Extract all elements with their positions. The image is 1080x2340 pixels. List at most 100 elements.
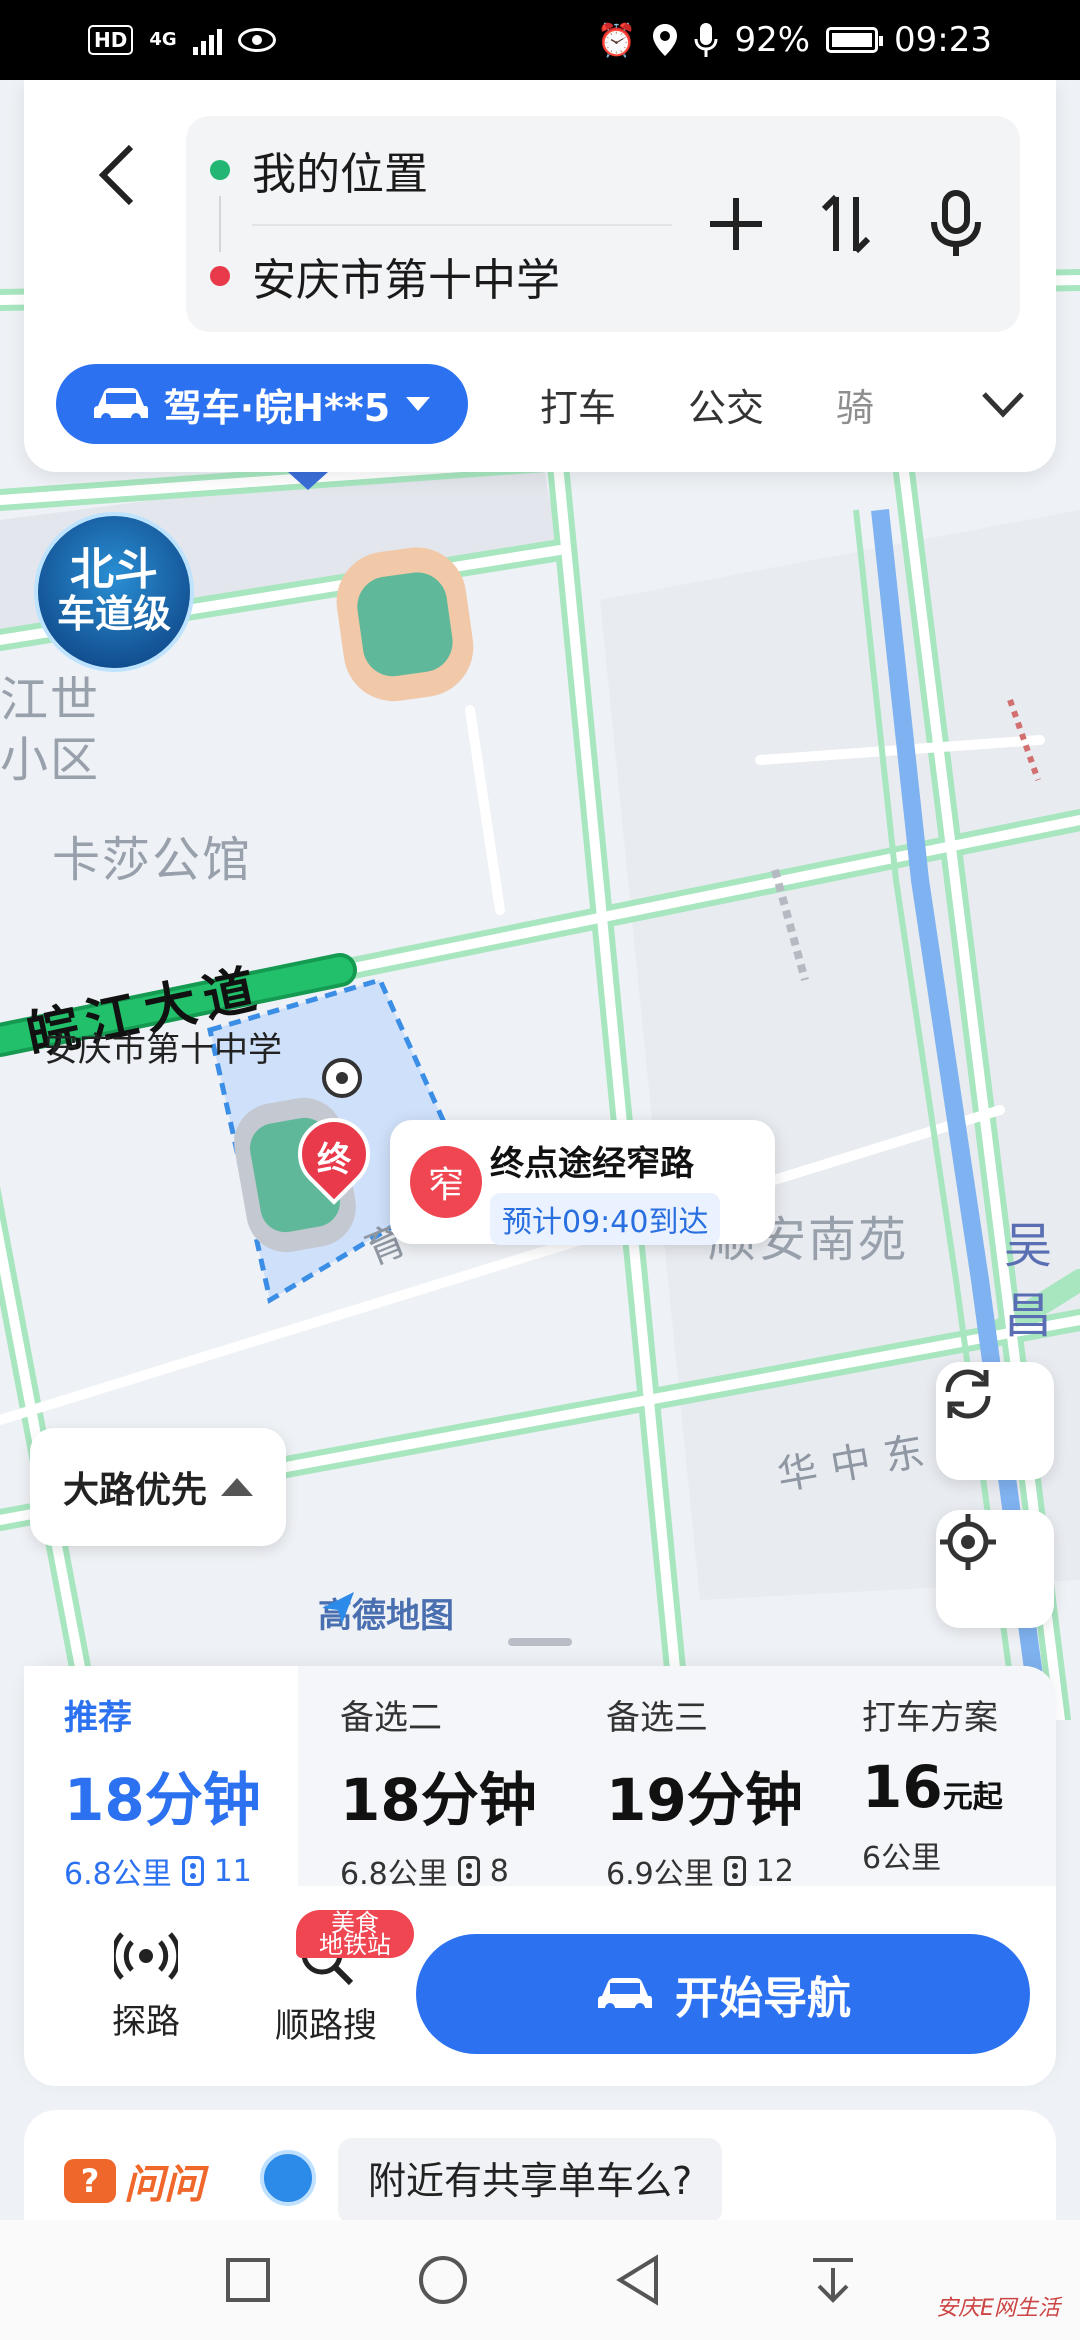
beidou-subtitle: 车道级 <box>56 592 171 636</box>
location-divider <box>252 224 672 226</box>
narrow-road-callout[interactable]: 窄 终点途经窄路 预计09:40到达 <box>390 1120 775 1245</box>
location-inputs: 我的位置 安庆市第十中学 <box>186 116 1020 332</box>
car-icon <box>598 1978 652 2013</box>
route-head: 打车方案 <box>862 1698 998 1738</box>
amap-logo-icon <box>322 1592 354 1624</box>
start-navigation-label: 开始导航 <box>675 1973 851 2024</box>
traffic-light-icon <box>457 1856 480 1886</box>
taxi-price-unit: 元起 <box>942 1780 1003 1815</box>
beidou-title: 北斗 <box>70 544 158 595</box>
swap-icon <box>821 194 871 254</box>
travel-mode-tabs: 驾车·皖H**5 打车 公交 骑 <box>56 364 1036 444</box>
route-lights: 8 <box>489 1853 509 1889</box>
status-bar: HD 4G ⏰ 92% 09:23 <box>0 0 1080 80</box>
route-option-taxi[interactable]: 打车方案 16元起 6公里 <box>822 1666 1056 1886</box>
ask-brand[interactable]: ? 问问 <box>64 2152 204 2210</box>
triangle-back-icon <box>615 2254 658 2306</box>
route-distance: 6.8公里 <box>64 1857 172 1892</box>
route-head: 推荐 <box>64 1698 132 1738</box>
refresh-route-button[interactable] <box>936 1362 1054 1480</box>
route-meta: 6公里 <box>862 1833 1056 1877</box>
route-options-sheet: 推荐 18分钟 6.8公里 11 备选二 18分钟 6.8公里 8 备选三 19… <box>24 1666 1056 2086</box>
nearby-suggestion-badge: 美食 地铁站 <box>296 1910 414 1958</box>
status-left: HD 4G <box>88 25 276 55</box>
tab-bike[interactable]: 骑 <box>836 377 874 432</box>
chevron-down-icon[interactable] <box>980 384 1026 424</box>
start-navigation-button[interactable]: 开始导航 <box>416 1934 1030 2054</box>
caret-up-icon <box>221 1478 253 1496</box>
tab-drive[interactable]: 驾车·皖H**5 <box>56 364 468 444</box>
route-option-alt3[interactable]: 备选三 19分钟 6.9公里 12 <box>566 1666 824 1892</box>
badge-line-2: 地铁站 <box>319 1931 391 1959</box>
tab-transit[interactable]: 公交 <box>688 377 764 432</box>
back-button[interactable] <box>72 130 162 220</box>
route-head: 备选三 <box>606 1698 708 1738</box>
beidou-lane-badge[interactable]: 北斗 车道级 <box>34 512 194 672</box>
sheet-drag-handle[interactable] <box>508 1638 572 1646</box>
explore-road-label: 探路 <box>112 2002 180 2042</box>
crosshair-icon <box>940 1514 996 1570</box>
origin-dot-icon <box>210 160 230 180</box>
traffic-light-icon <box>181 1856 204 1886</box>
watermark: 安庆E网生活 <box>936 2296 1060 2321</box>
dropdown-caret-icon <box>406 397 431 411</box>
route-lights: 11 <box>213 1853 252 1889</box>
car-icon <box>93 388 148 423</box>
origin-marker[interactable] <box>322 1058 362 1098</box>
map-label-wuchang: 吴昌 <box>1004 1218 1055 1344</box>
route-option-recommended[interactable]: 推荐 18分钟 6.8公里 11 <box>24 1666 282 1892</box>
route-distance: 6公里 <box>862 1841 942 1876</box>
traffic-light-icon <box>723 1856 746 1886</box>
explore-road-button[interactable]: 探路 <box>66 1928 226 2043</box>
tab-taxi[interactable]: 打车 <box>540 377 616 432</box>
home-button[interactable] <box>403 2240 483 2320</box>
recents-button[interactable] <box>208 2240 288 2320</box>
battery-icon <box>826 27 884 53</box>
tab-drive-label: 驾车·皖H**5 <box>163 385 391 430</box>
map-label-kasha: 卡莎公馆 <box>52 832 253 888</box>
system-navigation-bar <box>0 2220 1080 2340</box>
route-head: 备选二 <box>340 1698 442 1738</box>
microphone-icon <box>931 190 981 256</box>
network-type: 4G <box>149 29 177 50</box>
location-actions <box>702 186 990 262</box>
destination-field[interactable]: 安庆市第十中学 <box>210 244 560 308</box>
locate-me-button[interactable] <box>936 1510 1054 1628</box>
square-icon <box>225 2258 270 2302</box>
microphone-status-icon <box>694 23 718 57</box>
route-time: 19分钟 <box>606 1766 803 1834</box>
route-preference-label: 大路优先 <box>62 1470 207 1511</box>
suggested-question[interactable]: 附近有共享单车么? <box>338 2138 723 2224</box>
voice-input-button[interactable] <box>922 186 990 262</box>
back-nav-button[interactable] <box>598 2240 678 2320</box>
amap-logo: 高德地图 <box>318 1588 454 1637</box>
swap-locations-button[interactable] <box>812 186 880 262</box>
broadcast-icon <box>114 1932 178 1980</box>
search-along-route-label: 顺路搜 <box>275 2006 377 2046</box>
signal-icon <box>192 25 222 55</box>
chat-question-icon: ? <box>64 2159 116 2203</box>
origin-field[interactable]: 我的位置 <box>210 138 428 202</box>
ask-brand-label: 问问 <box>124 2162 204 2208</box>
callout-eta: 预计09:40到达 <box>490 1193 721 1245</box>
add-waypoint-button[interactable] <box>702 186 770 262</box>
route-option-alt2[interactable]: 备选二 18分钟 6.8公里 8 <box>300 1666 558 1892</box>
clock: 09:23 <box>894 20 992 60</box>
battery-percent: 92% <box>734 20 811 60</box>
taxi-price: 16元起 <box>862 1753 1056 1821</box>
route-meta: 6.8公里 8 <box>340 1849 558 1893</box>
origin-text: 我的位置 <box>252 149 428 200</box>
route-meta: 6.8公里 11 <box>64 1849 282 1893</box>
route-lights: 12 <box>755 1853 794 1889</box>
destination-dot-icon <box>210 266 230 286</box>
map-label-school: 安庆市第十中学 <box>44 1030 282 1070</box>
route-preference-button[interactable]: 大路优先 <box>30 1428 286 1546</box>
narrow-road-badge: 窄 <box>410 1146 482 1218</box>
route-search-card: 我的位置 安庆市第十中学 驾车·皖H**5 打车 公交 骑 <box>24 80 1056 472</box>
notification-pulldown-button[interactable] <box>793 2240 873 2320</box>
destination-pin-label: 终 <box>317 1140 351 1180</box>
pulldown-icon <box>812 2258 853 2303</box>
route-meta: 6.9公里 12 <box>606 1849 824 1893</box>
back-arrow-icon <box>98 144 134 206</box>
destination-text: 安庆市第十中学 <box>252 255 560 306</box>
